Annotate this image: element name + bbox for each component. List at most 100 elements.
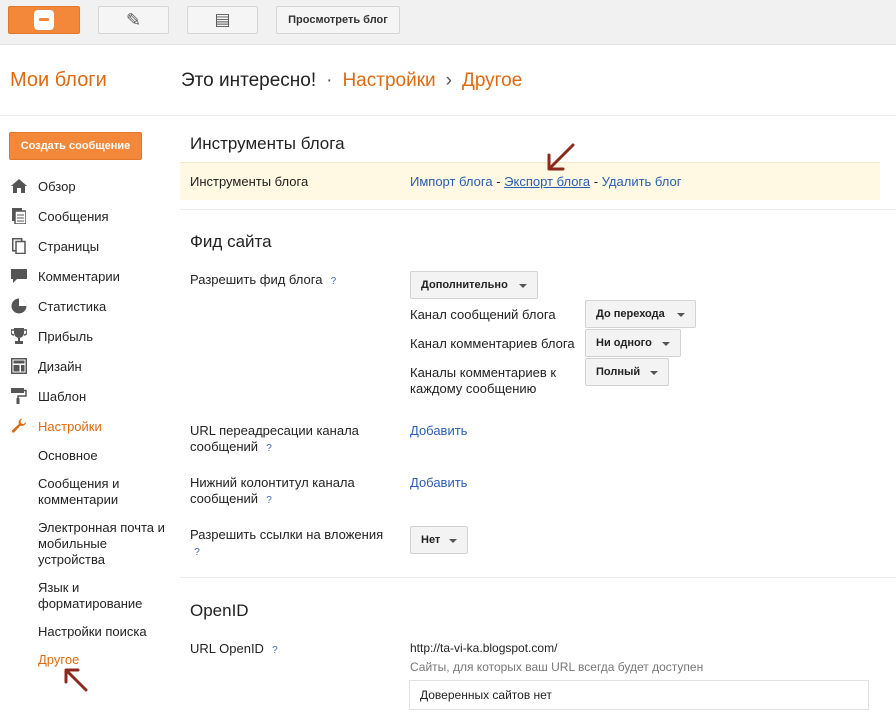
sidebar-item-label: Статистика <box>38 298 107 314</box>
posts-icon <box>10 208 28 224</box>
chevron-down-icon <box>662 342 670 346</box>
feed-footer-label: Нижний колонтитул канала сообщений? <box>190 475 370 508</box>
blog-tools-row: Инструменты блога Импорт блога - Экспорт… <box>180 162 880 200</box>
settings-sub-basic[interactable]: Основное <box>38 448 168 464</box>
breadcrumb-other: Другое <box>461 70 523 91</box>
openid-note: Сайты, для которых ваш URL всегда будет … <box>410 660 704 674</box>
breadcrumb: Это интересно! · Настройки › Другое <box>181 70 522 92</box>
create-post-button[interactable]: Создать сообщение <box>9 132 142 160</box>
comment-feed-select[interactable]: Ни одного <box>585 329 681 357</box>
annotation-arrow-icon <box>64 668 88 692</box>
wrench-icon <box>10 418 28 434</box>
enclosures-label: Разрешить ссылки на вложения? <box>190 527 390 560</box>
view-blog-button[interactable]: Просмотреть блог <box>276 6 400 34</box>
chevron-down-icon <box>677 313 685 317</box>
layout-icon <box>10 358 28 374</box>
pages-icon: ▤ <box>214 10 231 29</box>
chevron-down-icon <box>650 371 658 375</box>
help-icon[interactable]: ? <box>190 546 204 560</box>
sidebar-item-label: Комментарии <box>38 268 120 284</box>
comment-icon <box>10 268 28 284</box>
link-separator: - <box>590 174 602 189</box>
page-header: Мои блоги Это интересно! · Настройки › Друго… <box>0 45 896 116</box>
sidebar-item-label: Прибыль <box>38 328 93 344</box>
help-icon[interactable]: ? <box>262 442 276 456</box>
per-post-feed-select[interactable]: Полный <box>585 358 669 386</box>
per-post-feed-label: Каналы комментариев к каждому сообщению <box>410 365 557 396</box>
section-divider <box>180 209 896 210</box>
sidebar-item-label: Шаблон <box>38 388 87 404</box>
section-divider <box>180 577 896 578</box>
allow-feed-label-text: Разрешить фид блога <box>190 272 323 287</box>
feed-redirect-add-link[interactable]: Добавить <box>410 423 467 438</box>
home-icon <box>10 178 28 194</box>
trophy-icon <box>10 328 28 344</box>
paint-roller-icon <box>10 388 28 404</box>
sidebar-item-overview[interactable]: Обзор <box>10 176 76 196</box>
sidebar-item-label: Страницы <box>38 238 100 254</box>
pages-icon <box>10 238 28 254</box>
sidebar-item-posts[interactable]: Сообщения <box>10 206 109 226</box>
section-title-site-feed: Фид сайта <box>190 232 272 251</box>
import-blog-link[interactable]: Импорт блога <box>410 174 493 189</box>
sidebar-item-label: Сообщения <box>38 208 109 224</box>
sidebar-item-template[interactable]: Шаблон <box>10 386 86 406</box>
blog-tools-label: Инструменты блога <box>190 174 309 189</box>
breadcrumb-separator: › <box>445 70 452 91</box>
settings-sub-language[interactable]: Язык и форматирование <box>38 580 168 612</box>
sidebar-item-layout[interactable]: Дизайн <box>10 356 82 376</box>
delete-blog-link[interactable]: Удалить блог <box>602 174 682 189</box>
post-feed-value: До перехода <box>596 308 665 320</box>
openid-url-label: URL OpenID? <box>190 641 370 658</box>
blog-tools-links: Импорт блога - Экспорт блога - Удалить б… <box>410 174 681 189</box>
enclosures-select[interactable]: Нет <box>410 526 468 554</box>
post-feed-select[interactable]: До перехода <box>585 300 696 328</box>
section-title-blog-tools: Инструменты блога <box>190 134 345 153</box>
settings-sub-search[interactable]: Настройки поиска <box>38 624 168 640</box>
pie-chart-icon <box>10 298 28 314</box>
per-post-feed-value: Полный <box>596 366 641 378</box>
comment-feed-value: Ни одного <box>596 337 652 349</box>
blogger-logo-icon <box>34 10 54 30</box>
sidebar-item-settings[interactable]: Настройки <box>10 416 102 436</box>
export-blog-link[interactable]: Экспорт блога <box>504 174 590 189</box>
my-blogs-link[interactable]: Мои блоги <box>10 69 107 92</box>
help-icon[interactable]: ? <box>326 275 340 289</box>
openid-url-label-text: URL OpenID <box>190 641 264 656</box>
allow-feed-value: Дополнительно <box>421 279 508 291</box>
sidebar-item-comments[interactable]: Комментарии <box>10 266 120 286</box>
sidebar-item-label: Обзор <box>38 178 76 194</box>
chevron-down-icon <box>519 284 527 288</box>
annotation-arrow-icon <box>547 143 575 171</box>
enclosures-value: Нет <box>421 534 441 546</box>
help-icon[interactable]: ? <box>268 644 282 658</box>
settings-sub-email-mobile[interactable]: Электронная почта и мобильные устройства <box>38 520 168 568</box>
new-post-button[interactable]: ✎ <box>98 6 169 34</box>
sidebar-item-stats[interactable]: Статистика <box>10 296 106 316</box>
sidebar-item-label: Дизайн <box>38 358 82 374</box>
posts-list-button[interactable]: ▤ <box>187 6 258 34</box>
trusted-sites-box: Доверенных сайтов нет <box>409 680 869 710</box>
pencil-icon: ✎ <box>125 9 142 30</box>
feed-footer-add-link[interactable]: Добавить <box>410 475 467 490</box>
settings-sub-posts-comments[interactable]: Сообщения и комментарии <box>38 476 168 508</box>
chevron-down-icon <box>449 539 457 543</box>
comment-feed-label: Канал комментариев блога <box>410 336 575 351</box>
feed-redirect-label: URL переадресации канала сообщений? <box>190 423 370 456</box>
breadcrumb-blog-title[interactable]: Это интересно! <box>181 70 316 91</box>
allow-feed-label: Разрешить фид блога? <box>190 272 370 289</box>
enclosures-label-text: Разрешить ссылки на вложения <box>190 527 384 542</box>
help-icon[interactable]: ? <box>262 494 276 508</box>
allow-feed-select[interactable]: Дополнительно <box>410 271 538 299</box>
settings-sub-other[interactable]: Другое <box>38 652 168 668</box>
blogger-home-button[interactable] <box>8 6 80 34</box>
section-title-openid: OpenID <box>190 601 249 620</box>
sidebar-item-pages[interactable]: Страницы <box>10 236 99 256</box>
sidebar-item-label: Настройки <box>38 418 102 434</box>
breadcrumb-settings[interactable]: Настройки <box>342 70 435 91</box>
sidebar-item-earnings[interactable]: Прибыль <box>10 326 93 346</box>
post-feed-label: Канал сообщений блога <box>410 307 556 322</box>
openid-url-value: http://ta-vi-ka.blogspot.com/ <box>410 641 558 655</box>
link-separator: - <box>492 174 505 189</box>
top-toolbar: ✎ ▤ Просмотреть блог <box>0 0 896 45</box>
